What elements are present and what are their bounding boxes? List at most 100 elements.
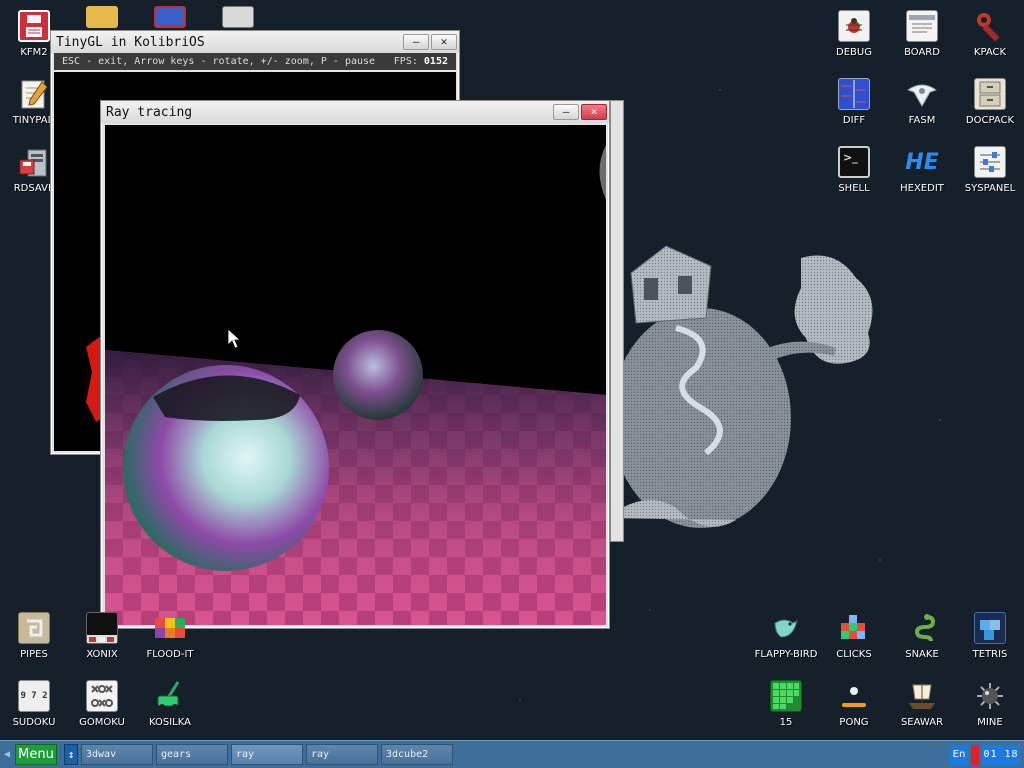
minimize-button[interactable]: –: [403, 34, 429, 50]
mine-icon: [974, 680, 1006, 712]
window-title: Ray tracing: [106, 104, 193, 120]
desktop-icon-snake[interactable]: SNAKE: [888, 612, 956, 678]
desktop-icon-xonix[interactable]: XONIX: [68, 612, 136, 678]
desktop-icon-syspanel[interactable]: SYSPANEL: [956, 146, 1024, 212]
desktop-icon-hexedit[interactable]: HE HEXEDIT: [888, 146, 956, 212]
desktop-icon-label: SUDOKU: [12, 717, 56, 728]
ray-tracing-window[interactable]: Ray tracing – ✕: [100, 100, 610, 629]
desktop-icon-pickup[interactable]: [136, 6, 204, 30]
desktop-icon-shell[interactable]: >_ SHELL: [820, 146, 888, 212]
fifteen-puzzle-icon: [770, 680, 802, 712]
desktop-icon-label: SNAKE: [905, 649, 939, 660]
desktop-icon-label: XONIX: [86, 649, 118, 660]
task-button-3dwav[interactable]: 3dwav: [81, 744, 153, 765]
desktop-icon-label: HEXEDIT: [900, 183, 944, 194]
desktop-icon-pipes[interactable]: PIPES: [0, 612, 68, 678]
desktop-icon-clicks[interactable]: CLICKS: [820, 612, 888, 678]
hexedit-icon: HE: [905, 146, 939, 178]
lawnmower-icon: [154, 680, 186, 712]
snake-icon: [906, 612, 938, 644]
board-window-icon: [906, 10, 938, 42]
task-button-ray[interactable]: ray: [231, 744, 303, 765]
folder-icon: [86, 6, 118, 28]
minimize-button[interactable]: –: [553, 104, 579, 120]
close-button[interactable]: ✕: [431, 34, 457, 50]
mouse-cursor: [227, 328, 242, 349]
notepad-icon: [18, 78, 50, 110]
desktop-icon-folder[interactable]: [68, 6, 136, 30]
desktop-icon-label: MINE: [977, 717, 1003, 728]
sailing-ship-icon: [906, 680, 938, 712]
desktop-icon-label: KPACK: [973, 47, 1007, 58]
diff-icon: [838, 78, 870, 110]
desktop-icon-board[interactable]: BOARD: [888, 10, 956, 76]
desktop-icon-docpack[interactable]: DOCPACK: [956, 78, 1024, 144]
desktop-icon-kpack[interactable]: KPACK: [956, 10, 1024, 76]
close-button[interactable]: ✕: [581, 104, 607, 120]
ray-titlebar[interactable]: Ray tracing – ✕: [101, 101, 609, 123]
desktop-icon-debug[interactable]: DEBUG: [820, 10, 888, 76]
hexedit-glyph: HE: [905, 149, 939, 175]
desktop-icon-label: KOSILKA: [149, 717, 191, 728]
sliders-icon: [974, 146, 1006, 178]
language-indicator[interactable]: En: [950, 744, 968, 765]
desktop-icon-flood-it[interactable]: FLOOD-IT: [136, 612, 204, 678]
tetris-icon: [974, 612, 1006, 644]
fps-value: 0152: [423, 56, 448, 67]
menu-button[interactable]: Menu: [15, 744, 57, 765]
task-button-gears[interactable]: gears: [156, 744, 228, 765]
desktop-icon-label: PIPES: [20, 649, 48, 660]
close-icon: ✕: [590, 105, 598, 118]
wrench-icon: [974, 10, 1006, 42]
flood-it-icon: [154, 612, 186, 644]
background-window-edge: [610, 100, 624, 542]
desktop-icon-label: TETRIS: [972, 649, 1008, 660]
sudoku-digits: 9 7 2: [20, 691, 48, 701]
desktop-icon-mine[interactable]: MINE: [956, 680, 1024, 746]
close-icon: ✕: [440, 35, 448, 48]
task-button-ray-2[interactable]: ray: [306, 744, 378, 765]
clicks-icon: [838, 612, 870, 644]
taskbar-left-arrow-icon[interactable]: ◀: [4, 749, 12, 760]
status-indicator: [971, 744, 979, 765]
tinygl-status-bar: ESC - exit, Arrow keys - rotate, +/- zoo…: [54, 53, 456, 70]
desktop-icon-15[interactable]: 15: [752, 680, 820, 746]
tinygl-titlebar[interactable]: TinyGL in KolibriOS – ✕: [51, 31, 459, 53]
desktop-icon-label: SHELL: [838, 183, 870, 194]
terminal-prompt: >_: [843, 151, 858, 164]
desktop-icon-pong[interactable]: PONG: [820, 680, 888, 746]
task-button-3dcube2[interactable]: 3dcube2: [381, 744, 453, 765]
desktop-icon-label: FASM: [908, 115, 936, 126]
minimize-icon: –: [412, 35, 420, 48]
desktop-icon-tetris[interactable]: TETRIS: [956, 612, 1024, 678]
desktop-icon-label: PONG: [839, 717, 869, 728]
clock[interactable]: 01 18: [982, 744, 1020, 765]
desktop-icon-label: BOARD: [904, 47, 940, 58]
desktop-icon-label: 15: [779, 717, 793, 728]
desktop-icon-label: SEAWAR: [900, 717, 944, 728]
desktop-icon-flappy-bird[interactable]: FLAPPY-BIRD: [752, 612, 820, 678]
desktop-icon-gomoku[interactable]: GOMOKU: [68, 680, 136, 746]
desktop-icon-fasm[interactable]: FASM: [888, 78, 956, 144]
desktop-icon-calc[interactable]: [204, 6, 272, 30]
fps-readout: FPS: 0152: [394, 56, 448, 67]
bird-icon: [770, 612, 802, 644]
task-switch-button[interactable]: ↕: [64, 744, 78, 765]
ray-tracing-canvas[interactable]: [105, 125, 606, 625]
minimize-icon: –: [562, 105, 570, 118]
fasm-icon: [906, 78, 938, 110]
window-title: TinyGL in KolibriOS: [56, 34, 205, 50]
desktop-icon-kosilka[interactable]: KOSILKA: [136, 680, 204, 746]
desktop-icon-diff[interactable]: DIFF: [820, 78, 888, 144]
desktop-icon-seawar[interactable]: SEAWAR: [888, 680, 956, 746]
fps-label: FPS:: [393, 56, 418, 67]
desktop-icon-sudoku[interactable]: 9 7 2 SUDOKU: [0, 680, 68, 746]
terminal-icon: >_: [838, 146, 870, 178]
xonix-icon: [86, 612, 118, 644]
pong-icon: [838, 680, 870, 712]
pipes-icon: [18, 612, 50, 644]
desktop-icon-label: DOCPACK: [965, 115, 1015, 126]
floppy-disk-icon: [18, 10, 50, 42]
bug-window-icon: [838, 10, 870, 42]
desktop-icon-label: DIFF: [842, 115, 866, 126]
